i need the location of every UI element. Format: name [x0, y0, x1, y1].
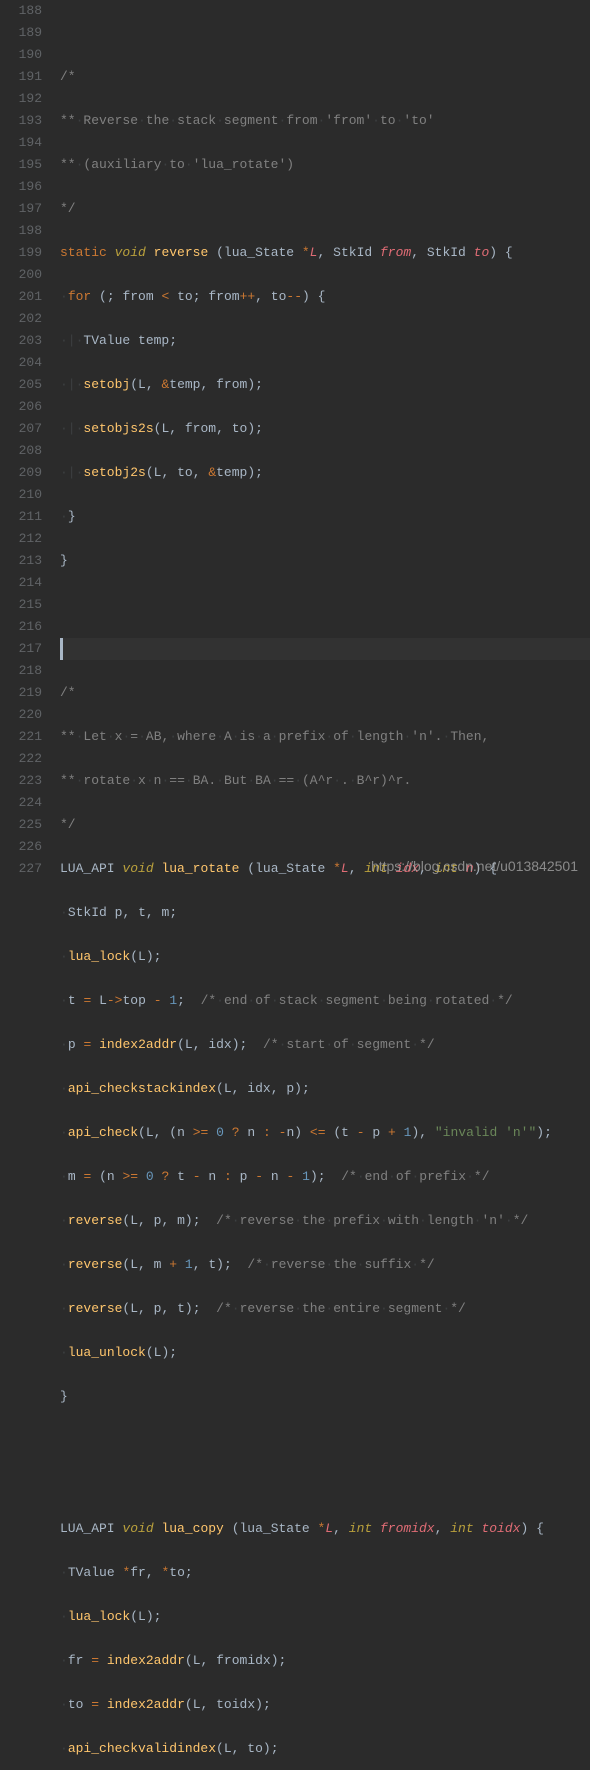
- line-number: 227: [6, 858, 42, 880]
- code-line: ·StkId p, t, m;: [60, 902, 590, 924]
- code-line: ·api_checkvalidindex(L, to);: [60, 1738, 590, 1760]
- code-line: ·lua_unlock(L);: [60, 1342, 590, 1364]
- line-number: 202: [6, 308, 42, 330]
- code-line: **·Reverse·the·stack·segment·from·'from'…: [60, 110, 590, 132]
- code-line: ·|·TValue temp;: [60, 330, 590, 352]
- code-line-current: [60, 638, 590, 660]
- watermark-text: https://blog.csdn.net/u013842501: [371, 855, 578, 877]
- code-line: ·fr = index2addr(L, fromidx);: [60, 1650, 590, 1672]
- line-number: 195: [6, 154, 42, 176]
- line-number: 203: [6, 330, 42, 352]
- code-line: ·for (; from < to; from++, to--) {: [60, 286, 590, 308]
- line-number: 196: [6, 176, 42, 198]
- line-number: 197: [6, 198, 42, 220]
- line-number: 212: [6, 528, 42, 550]
- code-line: [60, 1474, 590, 1496]
- code-line: static void reverse (lua_State *L, StkId…: [60, 242, 590, 264]
- code-line: **·rotate·x·n·==·BA.·But·BA·==·(A^r·.·B^…: [60, 770, 590, 792]
- code-line: ·lua_lock(L);: [60, 946, 590, 968]
- line-number: 211: [6, 506, 42, 528]
- code-line: ·|·setobj(L, &temp, from);: [60, 374, 590, 396]
- code-line: ·reverse(L, p, t); /*·reverse·the·entire…: [60, 1298, 590, 1320]
- code-line: ·reverse(L, m + 1, t); /*·reverse·the·su…: [60, 1254, 590, 1276]
- code-line: ·to = index2addr(L, toidx);: [60, 1694, 590, 1716]
- code-line: **·(auxiliary·to·'lua_rotate'): [60, 154, 590, 176]
- line-number: 201: [6, 286, 42, 308]
- code-line: /*: [60, 682, 590, 704]
- line-number: 200: [6, 264, 42, 286]
- line-number: 219: [6, 682, 42, 704]
- code-line: [60, 1430, 590, 1452]
- line-number: 223: [6, 770, 42, 792]
- code-line: ·reverse(L, p, m); /*·reverse·the·prefix…: [60, 1210, 590, 1232]
- code-line: ·|·setobj2s(L, to, &temp);: [60, 462, 590, 484]
- line-number: 205: [6, 374, 42, 396]
- line-number: 222: [6, 748, 42, 770]
- line-number: 210: [6, 484, 42, 506]
- line-number: 198: [6, 220, 42, 242]
- line-number: 192: [6, 88, 42, 110]
- line-number: 209: [6, 462, 42, 484]
- code-editor: 1881891901911921931941951961971981992002…: [0, 0, 590, 885]
- line-number: 225: [6, 814, 42, 836]
- line-number: 217: [6, 638, 42, 660]
- line-number: 199: [6, 242, 42, 264]
- line-number: 204: [6, 352, 42, 374]
- line-number: 190: [6, 44, 42, 66]
- line-number-gutter: 1881891901911921931941951961971981992002…: [0, 0, 52, 885]
- line-number: 193: [6, 110, 42, 132]
- line-number: 214: [6, 572, 42, 594]
- code-line: ·TValue *fr, *to;: [60, 1562, 590, 1584]
- line-number: 191: [6, 66, 42, 88]
- line-number: 221: [6, 726, 42, 748]
- line-number: 189: [6, 22, 42, 44]
- code-line: ·}: [60, 506, 590, 528]
- code-line: */: [60, 198, 590, 220]
- code-line: ·lua_lock(L);: [60, 1606, 590, 1628]
- line-number: 216: [6, 616, 42, 638]
- code-line: LUA_API void lua_copy (lua_State *L, int…: [60, 1518, 590, 1540]
- line-number: 226: [6, 836, 42, 858]
- line-number: 213: [6, 550, 42, 572]
- code-line: [60, 22, 590, 44]
- code-line: }: [60, 1386, 590, 1408]
- line-number: 208: [6, 440, 42, 462]
- code-line: **·Let·x·=·AB,·where·A·is·a·prefix·of·le…: [60, 726, 590, 748]
- line-number: 188: [6, 0, 42, 22]
- code-line: ·api_checkstackindex(L, idx, p);: [60, 1078, 590, 1100]
- line-number: 215: [6, 594, 42, 616]
- code-line: ·|·setobjs2s(L, from, to);: [60, 418, 590, 440]
- line-number: 194: [6, 132, 42, 154]
- line-number: 218: [6, 660, 42, 682]
- code-line: ·api_check(L, (n >= 0 ? n : -n) <= (t - …: [60, 1122, 590, 1144]
- code-line: [60, 594, 590, 616]
- code-line: ·m = (n >= 0 ? t - n : p - n - 1); /*·en…: [60, 1166, 590, 1188]
- code-area: /* **·Reverse·the·stack·segment·from·'fr…: [52, 0, 590, 885]
- code-line: */: [60, 814, 590, 836]
- line-number: 220: [6, 704, 42, 726]
- line-number: 207: [6, 418, 42, 440]
- code-line: ·t = L->top - 1; /*·end·of·stack·segment…: [60, 990, 590, 1012]
- code-line: ·p = index2addr(L, idx); /*·start·of·seg…: [60, 1034, 590, 1056]
- line-number: 206: [6, 396, 42, 418]
- code-line: /*: [60, 66, 590, 88]
- line-number: 224: [6, 792, 42, 814]
- code-line: }: [60, 550, 590, 572]
